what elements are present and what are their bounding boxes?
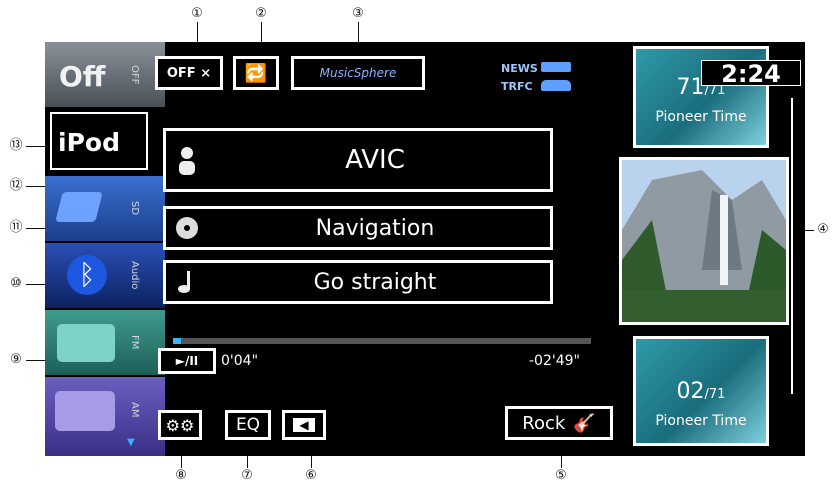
next-track-number: 02/71: [676, 379, 726, 404]
callout-7: ⑦: [241, 468, 253, 483]
car-icon: [541, 80, 571, 91]
sd-card-icon: [55, 192, 103, 222]
album-art: [619, 157, 789, 325]
trfc-indicator: TRFC: [501, 80, 533, 93]
play-pause-button[interactable]: ►/II: [158, 348, 216, 374]
eq-button[interactable]: EQ: [225, 410, 271, 440]
source-off-text: Off: [59, 60, 106, 93]
musicsphere-button[interactable]: MusicSphere: [291, 56, 425, 90]
source-sd-vlabel: SD: [129, 201, 140, 216]
gear-icon: ⚙⚙: [165, 415, 195, 435]
track-title: Go straight: [313, 269, 437, 295]
bluetooth-icon: ᛒ: [67, 255, 107, 295]
clock: 2:24: [701, 60, 801, 87]
callout-3: ③: [352, 6, 364, 21]
artist-icon: [174, 147, 200, 175]
next-track-label: Pioneer Time: [655, 413, 747, 429]
waterfall-image: [622, 160, 786, 322]
callout-11: ⑪: [9, 220, 23, 235]
source-off-tile[interactable]: Off OFF: [45, 42, 165, 107]
guitar-icon: 🎸: [573, 412, 596, 434]
back-button[interactable]: ◀: [282, 410, 326, 440]
callout-6: ⑥: [305, 468, 317, 483]
next-track-thumb[interactable]: 02/71 Pioneer Time: [633, 336, 769, 446]
source-ipod-tile[interactable]: iPod: [50, 112, 148, 170]
shuffle-button[interactable]: OFF ⨯: [155, 56, 223, 90]
rock-eq-button[interactable]: Rock 🎸: [505, 406, 613, 440]
source-bluetooth-tile[interactable]: ᛒ Audio: [45, 243, 165, 308]
elapsed-time: 0'04": [221, 353, 259, 369]
source-sd-tile[interactable]: SD: [45, 176, 165, 241]
source-ipod-text: iPod: [58, 128, 120, 157]
callout-12: ⑫: [9, 178, 23, 193]
artist-row[interactable]: AVIC: [163, 128, 553, 192]
callout-4: ④: [817, 222, 829, 237]
artist-name: AVIC: [345, 145, 405, 175]
source-am-vlabel: AM: [129, 401, 140, 418]
callout-10: ⑩: [10, 276, 22, 291]
news-indicator: NEWS: [501, 62, 538, 75]
repeat-icon: 🔁: [244, 62, 268, 84]
scroll-down-icon[interactable]: ▼: [127, 437, 135, 448]
rock-label: Rock: [522, 412, 566, 434]
callout-2: ②: [255, 6, 267, 21]
album-disc-icon: [174, 215, 200, 241]
callout-1: ①: [191, 6, 203, 21]
callout-8: ⑧: [175, 468, 187, 483]
album-name: Navigation: [315, 215, 435, 241]
settings-button[interactable]: ⚙⚙: [158, 410, 202, 440]
prev-track-label: Pioneer Time: [655, 109, 747, 125]
back-arrow-icon: ◀: [293, 418, 315, 432]
av-screen: Off OFF iPod SD ᛒ Audio FM AM ▼ OFF ⨯ 🔁 …: [45, 42, 805, 456]
progress-fill: [173, 338, 182, 344]
source-am-tile[interactable]: AM ▼: [45, 377, 165, 456]
radio-fm-icon: [57, 324, 115, 362]
right-bracket: [791, 98, 793, 394]
callout-9: ⑨: [10, 352, 22, 367]
remaining-time: -02'49": [529, 353, 580, 369]
title-row[interactable]: Go straight: [163, 260, 553, 304]
progress-bar[interactable]: [173, 338, 591, 344]
music-note-icon: [174, 269, 200, 295]
callout-13: ⑬: [9, 138, 23, 153]
source-off-vlabel: OFF: [129, 64, 140, 85]
news-icon: [541, 62, 571, 72]
source-fm-tile[interactable]: FM: [45, 310, 165, 375]
radio-am-icon: [55, 391, 115, 431]
source-fm-vlabel: FM: [129, 335, 140, 350]
repeat-button[interactable]: 🔁: [233, 56, 279, 90]
callout-5: ⑤: [555, 468, 567, 483]
source-bluetooth-vlabel: Audio: [129, 261, 140, 290]
album-row[interactable]: Navigation: [163, 206, 553, 250]
